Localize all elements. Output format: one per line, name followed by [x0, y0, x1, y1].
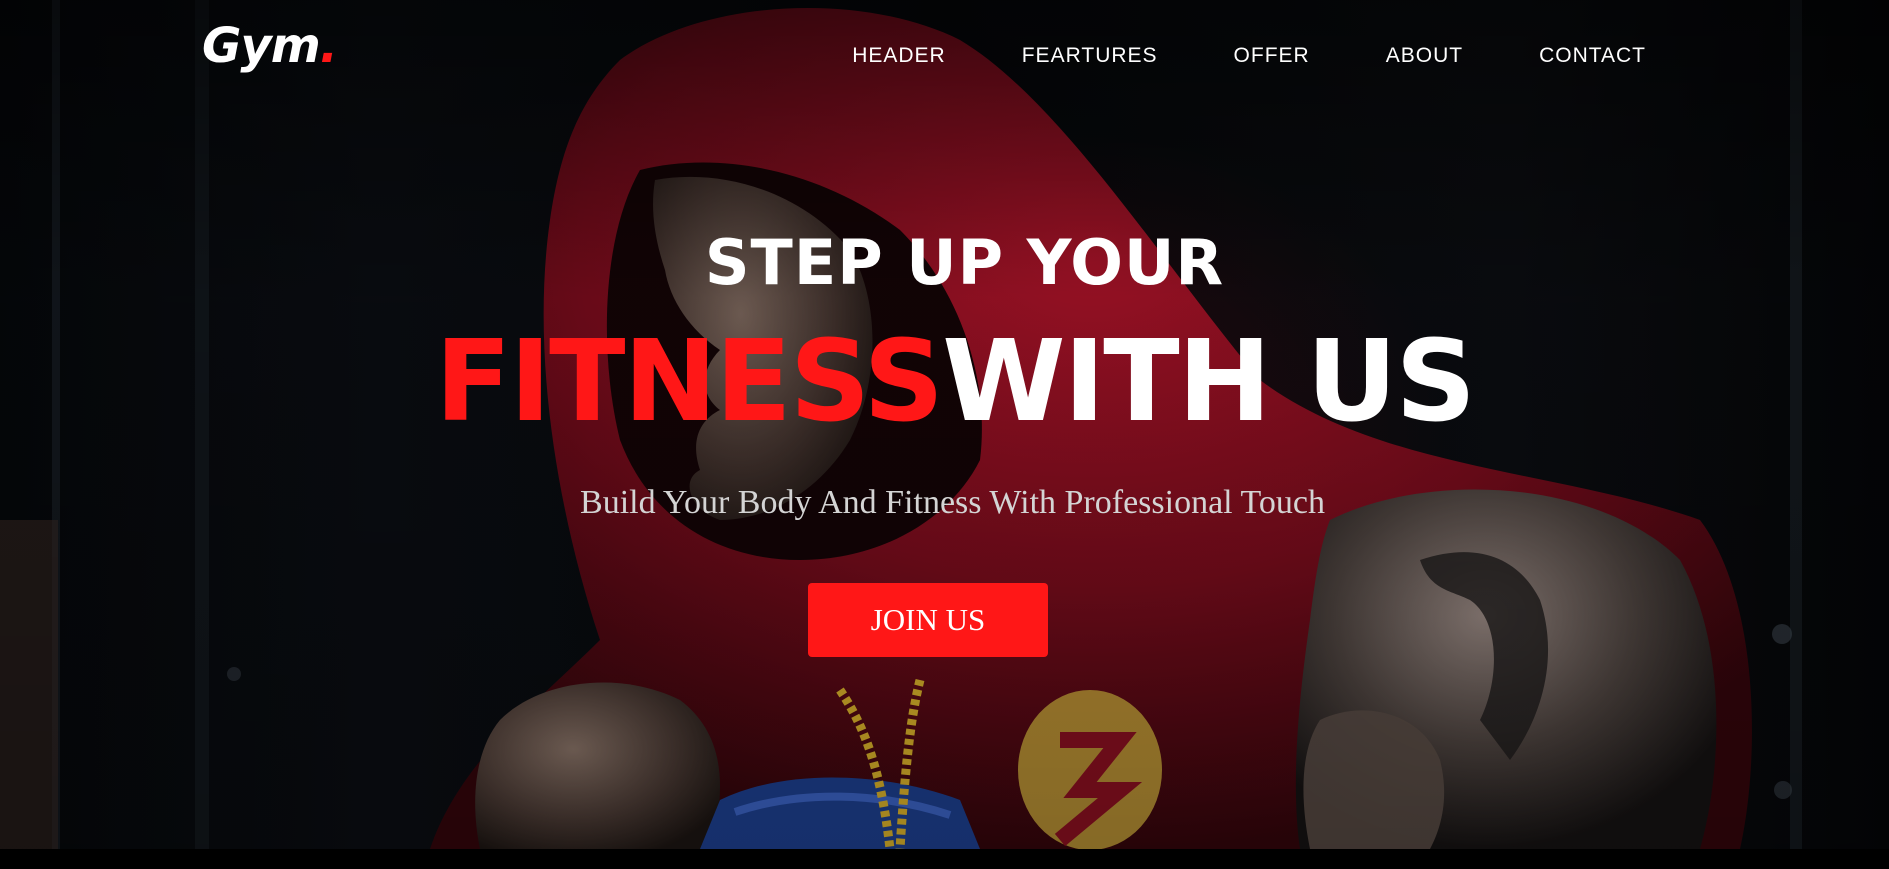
site-logo[interactable]: Gym.: [202, 22, 338, 70]
logo-text: Gym: [202, 18, 321, 74]
nav-link-contact[interactable]: CONTACT: [1539, 44, 1646, 68]
join-us-button[interactable]: JOIN US: [808, 583, 1048, 657]
landing-page: Gym. HEADER FEARTURES OFFER ABOUT CONTAC…: [0, 0, 1889, 869]
hero-subtitle: Build Your Body And Fitness With Profess…: [580, 484, 1325, 521]
nav-link-about[interactable]: ABOUT: [1386, 44, 1463, 68]
hero-headline-rest: WITH US: [942, 317, 1476, 447]
main-nav: HEADER FEARTURES OFFER ABOUT CONTACT: [776, 44, 1646, 68]
hero-headline-highlight: FITNESS: [434, 317, 944, 447]
nav-link-offer[interactable]: OFFER: [1234, 44, 1310, 68]
hero-headline-line2: FITNESSWITH US: [0, 326, 1889, 438]
nav-link-header[interactable]: HEADER: [852, 44, 946, 68]
nav-link-features[interactable]: FEARTURES: [1022, 44, 1158, 68]
hero-headline-line1: STEP UP YOUR: [704, 226, 1225, 299]
logo-dot: .: [319, 18, 338, 74]
page-bottom-bar: [0, 849, 1889, 869]
